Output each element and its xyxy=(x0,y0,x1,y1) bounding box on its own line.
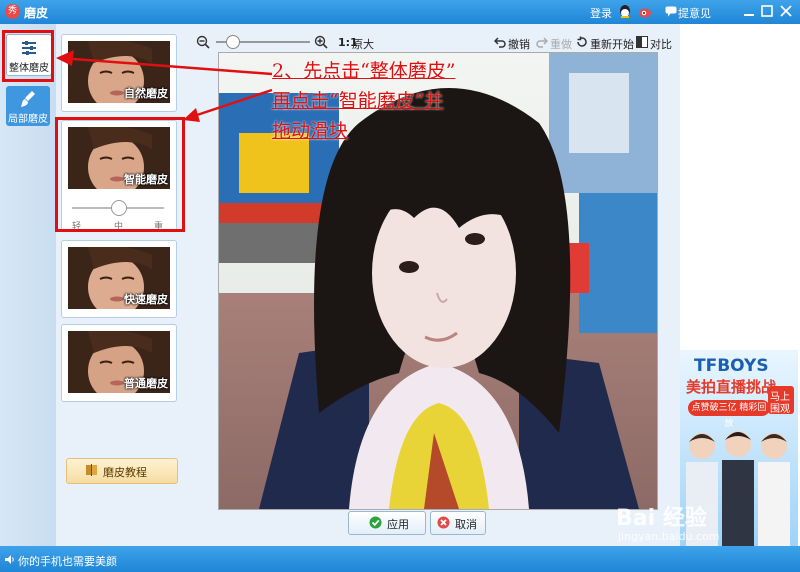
restart-button[interactable]: 重新开始 xyxy=(590,36,634,52)
watermark-url: jingyan.baidu.com xyxy=(618,530,720,543)
ad-badge[interactable]: 马上 围观 xyxy=(768,386,794,415)
brush-icon xyxy=(21,91,35,107)
speaker-icon xyxy=(5,555,14,564)
tab-local-smoothing-label: 局部磨皮 xyxy=(8,114,48,125)
redo-icon[interactable] xyxy=(536,36,548,48)
window-title: 磨皮 xyxy=(24,6,49,20)
tutorial-label: 磨皮教程 xyxy=(103,466,147,479)
status-bar: 你的手机也需要美颜 xyxy=(0,546,800,572)
cancel-label: 取消 xyxy=(455,518,477,531)
apply-label: 应用 xyxy=(387,518,409,531)
smoothing-tutorial-button[interactable]: 磨皮教程 xyxy=(66,458,178,484)
annotation-line-2: 再点击“智能磨皮”并 xyxy=(272,90,444,112)
compare-icon[interactable] xyxy=(636,36,648,48)
login-link[interactable]: 登录 xyxy=(590,5,612,21)
effects-panel: 自然磨皮 智能磨皮 轻 中 重 快速磨皮 普通磨皮 磨皮教程 xyxy=(56,24,186,546)
effect-quick-label: 快速磨皮 xyxy=(124,293,168,306)
zoom-slider-handle[interactable] xyxy=(226,35,240,49)
zoom-in-icon[interactable] xyxy=(314,35,328,49)
undo-icon[interactable] xyxy=(494,36,506,48)
status-message[interactable]: 你的手机也需要美颜 xyxy=(18,553,117,569)
close-icon[interactable] xyxy=(779,4,793,18)
ad-badge-bottom: 围观 xyxy=(770,404,790,415)
apply-button[interactable]: 应用 xyxy=(348,511,426,535)
redo-button[interactable]: 重做 xyxy=(550,36,572,52)
undo-button[interactable]: 撤销 xyxy=(508,36,530,52)
highlight-box-smart xyxy=(55,117,185,232)
book-icon xyxy=(86,464,97,476)
effect-natural-smoothing[interactable]: 自然磨皮 xyxy=(61,34,177,112)
tab-local-smoothing[interactable]: 局部磨皮 xyxy=(6,86,50,126)
mode-sidebar: 整体磨皮 局部磨皮 xyxy=(0,24,57,546)
annotation-line-1: 2、先点击“整体磨皮” xyxy=(272,60,456,82)
zoom-out-icon[interactable] xyxy=(196,35,210,49)
cancel-icon xyxy=(437,516,450,529)
qq-icon[interactable] xyxy=(618,4,632,19)
annotation-line-3: 拖动滑块 xyxy=(272,120,349,142)
highlight-box-sidebar xyxy=(2,30,54,82)
restart-icon[interactable] xyxy=(576,36,588,48)
original-size-button[interactable]: 原大 xyxy=(352,36,374,52)
ad-headline: 美拍直播挑战 xyxy=(686,378,777,396)
ad-subline: 点赞破三亿 精彩回放 xyxy=(688,400,770,429)
title-bar: 秀 磨皮 登录 提意见 xyxy=(0,0,800,24)
weibo-icon[interactable] xyxy=(638,4,653,19)
compare-button[interactable]: 对比 xyxy=(650,36,672,52)
app-logo-icon: 秀 xyxy=(5,4,20,19)
feedback-link[interactable]: 提意见 xyxy=(678,5,711,21)
feedback-icon[interactable] xyxy=(665,6,677,17)
effect-quick-smoothing[interactable]: 快速磨皮 xyxy=(61,240,177,318)
maximize-icon[interactable] xyxy=(760,4,774,18)
ad-brand: TFBOYS xyxy=(694,356,769,376)
cancel-button[interactable]: 取消 xyxy=(430,511,486,535)
effect-normal-label: 普通磨皮 xyxy=(124,377,168,390)
watermark-brand: Bai 经验 xyxy=(616,506,707,531)
check-icon xyxy=(369,516,382,529)
effect-natural-label: 自然磨皮 xyxy=(124,87,168,100)
minimize-icon[interactable] xyxy=(742,4,756,18)
effect-normal-smoothing[interactable]: 普通磨皮 xyxy=(61,324,177,402)
